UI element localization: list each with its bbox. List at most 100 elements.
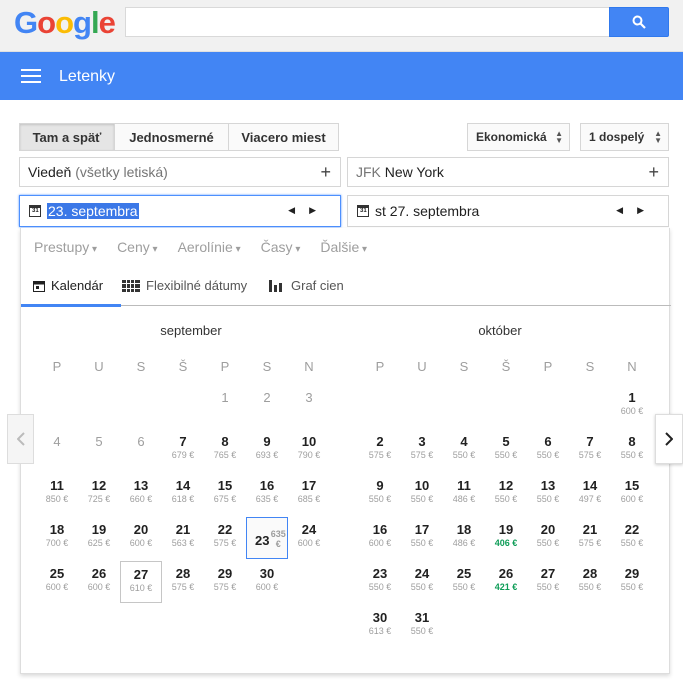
calendar-day[interactable]: 19 406 € <box>485 517 527 559</box>
calendar-day[interactable]: 24 600 € <box>288 517 330 559</box>
filter-price[interactable]: Ceny <box>117 239 158 255</box>
calendar-day-number: 18 <box>49 522 65 537</box>
calendar-day-number: 10 <box>414 478 430 493</box>
calendar-day[interactable]: 5 550 € <box>485 429 527 471</box>
filter-more[interactable]: Ďalšie <box>320 239 367 255</box>
origin-field[interactable]: Viedeň (všetky letiská) + <box>19 157 341 187</box>
calendar-day[interactable]: 30 600 € <box>246 561 288 603</box>
search-button[interactable] <box>609 7 669 37</box>
tab-flexible-dates[interactable]: Flexibilné dátumy <box>122 278 247 293</box>
calendar-day[interactable]: 27 550 € <box>527 561 569 603</box>
google-logo[interactable]: Google <box>14 5 116 41</box>
previous-month-button[interactable] <box>7 414 34 464</box>
calendar-day[interactable]: 7 575 € <box>569 429 611 471</box>
add-origin-icon[interactable]: + <box>320 162 331 183</box>
tab-calendar[interactable]: Kalendár <box>33 278 103 293</box>
calendar-day-number: 22 <box>217 522 233 537</box>
calendar-day[interactable]: 19 625 € <box>78 517 120 559</box>
calendar-day[interactable]: 22 550 € <box>611 517 653 559</box>
calendar-day-number: 26 <box>498 566 514 581</box>
calendar-day[interactable]: 20 600 € <box>120 517 162 559</box>
calendar-day[interactable]: 20 550 € <box>527 517 569 559</box>
return-date-field[interactable]: 31 st 27. septembra ◀▶ <box>347 195 669 227</box>
calendar-day[interactable]: 25 600 € <box>36 561 78 603</box>
calendar-day[interactable]: 14 497 € <box>569 473 611 515</box>
calendar-day[interactable]: 17 550 € <box>401 517 443 559</box>
filter-airlines[interactable]: Aerolínie <box>178 239 241 255</box>
calendar-day-price: 600 € <box>87 582 111 592</box>
calendar-day[interactable]: 27 610 € <box>120 561 162 603</box>
calendar-day[interactable]: 10 550 € <box>401 473 443 515</box>
trip-type-round-trip[interactable]: Tam a späť <box>19 123 115 151</box>
calendar-day[interactable]: 29 575 € <box>204 561 246 603</box>
calendar-day[interactable]: 26 600 € <box>78 561 120 603</box>
calendar-day[interactable]: 4 550 € <box>443 429 485 471</box>
menu-icon[interactable] <box>21 69 41 83</box>
calendar-day[interactable]: 8 550 € <box>611 429 653 471</box>
calendar-day-price: 600 € <box>297 538 321 548</box>
calendar-day[interactable]: 9 550 € <box>359 473 401 515</box>
calendar-day[interactable]: 15 600 € <box>611 473 653 515</box>
calendar-day[interactable]: 10 790 € <box>288 429 330 471</box>
calendar-day[interactable]: 28 550 € <box>569 561 611 603</box>
calendar-day[interactable]: 28 575 € <box>162 561 204 603</box>
calendar-day[interactable]: 11 850 € <box>36 473 78 515</box>
date-step-arrows-icon[interactable]: ◀▶ <box>616 205 658 216</box>
calendar-day-price: 600 € <box>368 538 392 548</box>
search-input[interactable] <box>125 7 610 37</box>
calendar-day[interactable]: 21 563 € <box>162 517 204 559</box>
calendar-day[interactable]: 7 679 € <box>162 429 204 471</box>
calendar-day[interactable]: 13 660 € <box>120 473 162 515</box>
calendar-day[interactable]: 14 618 € <box>162 473 204 515</box>
passengers-select[interactable]: 1 dospelý ▲ ▼ <box>580 123 669 151</box>
destination-field[interactable]: JFK New York + <box>347 157 669 187</box>
calendar-day[interactable]: 3 575 € <box>401 429 443 471</box>
calendar-day[interactable]: 24 550 € <box>401 561 443 603</box>
calendar-day[interactable]: 25 550 € <box>443 561 485 603</box>
calendar-day[interactable]: 29 550 € <box>611 561 653 603</box>
calendar-day[interactable]: 23 635 € <box>246 517 288 559</box>
calendar-day[interactable]: 15 675 € <box>204 473 246 515</box>
calendar-day[interactable]: 22 575 € <box>204 517 246 559</box>
calendar-day[interactable]: 9 693 € <box>246 429 288 471</box>
calendar-day[interactable]: 16 635 € <box>246 473 288 515</box>
calendar-day[interactable]: 11 486 € <box>443 473 485 515</box>
calendar-day[interactable]: 18 700 € <box>36 517 78 559</box>
calendar-day[interactable]: 2 575 € <box>359 429 401 471</box>
date-step-arrows-icon[interactable]: ◀▶ <box>288 205 330 216</box>
calendar-day[interactable]: 30 613 € <box>359 605 401 647</box>
filter-stops[interactable]: Prestupy <box>34 239 97 255</box>
weekday-header: S <box>459 359 469 374</box>
calendar-day[interactable]: 12 550 € <box>485 473 527 515</box>
calendar-day[interactable]: 26 421 € <box>485 561 527 603</box>
calendar-day[interactable]: 13 550 € <box>527 473 569 515</box>
calendar-day[interactable]: 16 600 € <box>359 517 401 559</box>
calendar-day[interactable]: 17 685 € <box>288 473 330 515</box>
calendar-day[interactable]: 8 765 € <box>204 429 246 471</box>
chevron-right-icon <box>665 432 673 446</box>
add-destination-icon[interactable]: + <box>648 162 659 183</box>
calendar-day-number: 15 <box>217 478 233 493</box>
calendar-day[interactable]: 23 550 € <box>359 561 401 603</box>
departure-date-value[interactable]: 23. septembra <box>47 203 139 219</box>
calendar-day-price: 486 € <box>452 538 476 548</box>
calendar-day[interactable]: 21 575 € <box>569 517 611 559</box>
cabin-select[interactable]: Ekonomická ▲ ▼ <box>467 123 570 151</box>
calendar-day-number: 8 <box>628 434 636 449</box>
calendar-day-price: 550 € <box>494 494 518 504</box>
calendar-day[interactable]: 31 550 € <box>401 605 443 647</box>
calendar-day[interactable]: 12 725 € <box>78 473 120 515</box>
tab-price-graph[interactable]: Graf cien <box>269 278 344 293</box>
weekday-header: Š <box>501 359 511 374</box>
departure-date-field[interactable]: 31 23. septembra ◀▶ <box>19 195 341 227</box>
trip-type-one-way[interactable]: Jednosmerné <box>114 123 229 151</box>
calendar-day: 5 <box>78 429 120 471</box>
trip-type-multi-city[interactable]: Viacero miest <box>228 123 339 151</box>
passengers-value: 1 dospelý <box>589 130 645 144</box>
next-month-button[interactable] <box>655 414 683 464</box>
calendar-day[interactable]: 6 550 € <box>527 429 569 471</box>
calendar-day[interactable]: 18 486 € <box>443 517 485 559</box>
destination-city: New York <box>384 164 444 180</box>
filter-times[interactable]: Časy <box>261 239 301 255</box>
calendar-day[interactable]: 1 600 € <box>611 385 653 427</box>
